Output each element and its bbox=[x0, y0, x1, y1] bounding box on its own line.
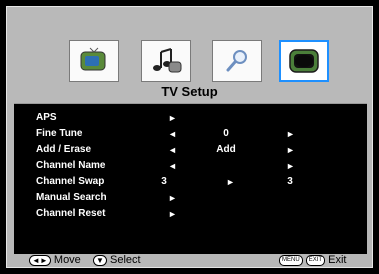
right-arrow-icon[interactable]: ► bbox=[226, 174, 235, 190]
footer-move-label: Move bbox=[53, 254, 81, 266]
right-arrow-icon: ► bbox=[168, 209, 177, 219]
menu-item-add-erase[interactable]: Add / Erase ◄ Add ► bbox=[14, 142, 367, 158]
left-arrow-icon[interactable]: ◄ bbox=[168, 126, 177, 142]
menu-button-icon[interactable]: MENU bbox=[279, 254, 303, 266]
right-arrow-icon[interactable]: ► bbox=[286, 142, 295, 158]
magnifier-icon[interactable] bbox=[212, 40, 262, 82]
music-notes-icon[interactable] bbox=[141, 40, 191, 82]
down-arrow-icon: ▼ bbox=[93, 254, 107, 266]
menu-item-label: APS bbox=[36, 112, 57, 123]
left-arrow-icon[interactable]: ◄ bbox=[168, 142, 177, 158]
right-arrow-icon[interactable]: ► bbox=[286, 126, 295, 142]
right-arrow-icon[interactable]: ► bbox=[286, 158, 295, 174]
menu-item-channel-swap[interactable]: Channel Swap 3 ► 3 bbox=[14, 174, 367, 190]
divider bbox=[14, 103, 367, 104]
footer-exit: MENU EXIT Exit bbox=[279, 254, 346, 267]
footer-move: ◄► Move bbox=[29, 254, 81, 267]
footer-select-label: Select bbox=[109, 254, 141, 266]
menu-item-fine-tune[interactable]: Fine Tune ◄ 0 ► bbox=[14, 126, 367, 142]
menu-item-label: Channel Name bbox=[36, 160, 106, 171]
left-right-icon: ◄► bbox=[29, 254, 51, 266]
tv-setup-icon[interactable] bbox=[279, 40, 329, 82]
menu-item-label: Channel Swap bbox=[36, 176, 105, 187]
fine-tune-value: 0 bbox=[223, 128, 229, 139]
add-erase-value: Add bbox=[216, 144, 236, 155]
right-arrow-icon: ► bbox=[168, 193, 177, 203]
footer-exit-label: Exit bbox=[328, 254, 347, 266]
menu-item-channel-name[interactable]: Channel Name ◄ ► bbox=[14, 158, 367, 174]
footer-select: ▼ Select bbox=[93, 254, 141, 267]
page-title: TV Setup bbox=[161, 84, 218, 99]
right-arrow-icon: ► bbox=[168, 113, 177, 123]
menu-item-aps[interactable]: APS ► bbox=[14, 110, 367, 126]
icon-bar: TV Setup bbox=[7, 7, 372, 103]
exit-button-icon[interactable]: EXIT bbox=[305, 254, 326, 266]
menu-item-label: Channel Reset bbox=[36, 208, 106, 219]
swap-to-value: 3 bbox=[287, 176, 293, 187]
menu-item-label: Manual Search bbox=[36, 192, 107, 203]
menu-item-manual-search[interactable]: Manual Search ► bbox=[14, 190, 367, 206]
menu-panel: APS ► Fine Tune ◄ 0 ► Add / Erase ◄ Add … bbox=[14, 103, 367, 258]
left-arrow-icon[interactable]: ◄ bbox=[168, 158, 177, 174]
menu-item-label: Add / Erase bbox=[36, 144, 92, 155]
menu-item-label: Fine Tune bbox=[36, 128, 83, 139]
swap-from-value: 3 bbox=[161, 176, 167, 187]
osd-window: TV Setup APS ► Fine Tune ◄ 0 ► Add / Era… bbox=[6, 6, 373, 268]
tv-icon[interactable] bbox=[69, 40, 119, 82]
menu-item-channel-reset[interactable]: Channel Reset ► bbox=[14, 206, 367, 222]
footer-bar: ◄► Move ▼ Select MENU EXIT Exit bbox=[7, 254, 372, 267]
